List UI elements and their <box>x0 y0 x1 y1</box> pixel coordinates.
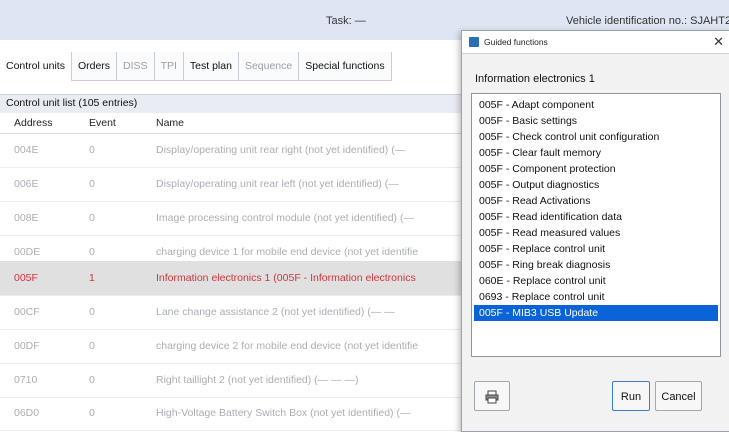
row-event: 0 <box>89 340 95 352</box>
task-label: Task: — <box>326 15 366 27</box>
function-item[interactable]: 005F - Clear fault memory <box>474 145 718 161</box>
tab-sequence[interactable]: Sequence <box>238 52 300 80</box>
column-header-name[interactable]: Name <box>156 117 184 129</box>
row-name: charging device 1 for mobile end device … <box>156 246 419 258</box>
row-event: 0 <box>89 407 95 419</box>
function-item[interactable]: 005F - Adapt component <box>474 97 718 113</box>
row-name: charging device 2 for mobile end device … <box>156 340 419 352</box>
table-row[interactable]: 008E 0 Image processing control module (… <box>0 201 470 236</box>
function-list[interactable]: 005F - Adapt component 005F - Basic sett… <box>471 93 721 357</box>
close-icon[interactable]: ✕ <box>713 34 724 50</box>
column-header-event[interactable]: Event <box>89 117 116 129</box>
column-header-address[interactable]: Address <box>14 117 53 129</box>
control-unit-list-title: Control unit list (105 entries) <box>6 97 138 109</box>
row-address: 00DF <box>14 340 40 352</box>
dialog-title: Guided functions <box>484 37 548 47</box>
row-name: High-Voltage Battery Switch Box (not yet… <box>156 407 411 419</box>
function-item[interactable]: 060E - Replace control unit <box>474 273 718 289</box>
table-row[interactable]: 06D0 0 High-Voltage Battery Switch Box (… <box>0 396 470 431</box>
row-address: 006E <box>14 178 39 190</box>
function-item[interactable]: 005F - Basic settings <box>474 113 718 129</box>
row-name: Image processing control module (not yet… <box>156 212 414 224</box>
function-item[interactable]: 005F - Output diagnostics <box>474 177 718 193</box>
table-row[interactable]: 00DF 0 charging device 2 for mobile end … <box>0 329 470 364</box>
cancel-button[interactable]: Cancel <box>655 381 702 411</box>
row-address: 0710 <box>14 374 38 386</box>
dialog-title-bar[interactable]: Guided functions ✕ <box>462 31 729 54</box>
function-item[interactable]: 005F - Replace control unit <box>474 241 718 257</box>
run-button[interactable]: Run <box>612 381 650 411</box>
row-name: Information electronics 1 (005F - Inform… <box>156 272 416 284</box>
function-item[interactable]: 005F - Check control unit configuration <box>474 129 718 145</box>
function-item[interactable]: 0693 - Replace control unit <box>474 289 718 305</box>
tab-tpi[interactable]: TPI <box>154 52 184 80</box>
function-item[interactable]: 005F - Component protection <box>474 161 718 177</box>
main-tabs: Control units Orders DISS TPI Test plan … <box>0 52 392 82</box>
table-row[interactable]: 0710 0 Right taillight 2 (not yet identi… <box>0 363 470 398</box>
table-row[interactable]: 006E 0 Display/operating unit rear left … <box>0 167 470 202</box>
app-icon <box>469 37 479 47</box>
column-headers: Address Event Name <box>0 113 470 134</box>
function-item[interactable]: 005F - Read Activations <box>474 193 718 209</box>
print-button[interactable] <box>474 381 510 411</box>
function-item[interactable]: 005F - Read identification data <box>474 209 718 225</box>
table-row[interactable]: 00CF 0 Lane change assistance 2 (not yet… <box>0 295 470 330</box>
row-event: 0 <box>89 212 95 224</box>
row-address: 00CF <box>14 306 40 318</box>
tab-orders[interactable]: Orders <box>71 52 118 80</box>
vin-label: Vehicle identification no.: SJAHT22 <box>566 15 729 27</box>
row-event: 0 <box>89 144 95 156</box>
row-event: 0 <box>89 374 95 386</box>
row-address: 00DE <box>14 246 41 258</box>
function-item[interactable]: 005F - Ring break diagnosis <box>474 257 718 273</box>
row-name: Display/operating unit rear left (not ye… <box>156 178 399 190</box>
function-item[interactable]: 005F - Read measured values <box>474 225 718 241</box>
row-address: 008E <box>14 212 39 224</box>
row-name: Display/operating unit rear right (not y… <box>156 144 406 156</box>
row-address: 005F <box>14 272 38 284</box>
row-address: 004E <box>14 144 39 156</box>
row-event: 0 <box>89 178 95 190</box>
tab-test-plan[interactable]: Test plan <box>183 52 239 80</box>
guided-functions-dialog: Guided functions ✕ Information electroni… <box>461 30 729 432</box>
control-unit-list-header: Control unit list (105 entries) <box>0 94 470 114</box>
tab-diss[interactable]: DISS <box>117 52 155 80</box>
row-event: 1 <box>89 272 95 284</box>
table-row-selected[interactable]: 005F 1 Information electronics 1 (005F -… <box>0 261 470 296</box>
row-address: 06D0 <box>14 407 40 419</box>
row-name: Lane change assistance 2 (not yet identi… <box>156 306 395 318</box>
dialog-subtitle: Information electronics 1 <box>475 73 595 85</box>
tab-special-functions[interactable]: Special functions <box>299 52 392 80</box>
print-icon <box>485 390 499 404</box>
tab-control-units[interactable]: Control units <box>0 52 72 82</box>
function-item-selected[interactable]: 005F - MIB3 USB Update <box>474 305 718 321</box>
row-event: 0 <box>89 306 95 318</box>
row-event: 0 <box>89 246 95 258</box>
row-name: Right taillight 2 (not yet identified) (… <box>156 374 359 386</box>
table-row[interactable]: 004E 0 Display/operating unit rear right… <box>0 133 470 168</box>
